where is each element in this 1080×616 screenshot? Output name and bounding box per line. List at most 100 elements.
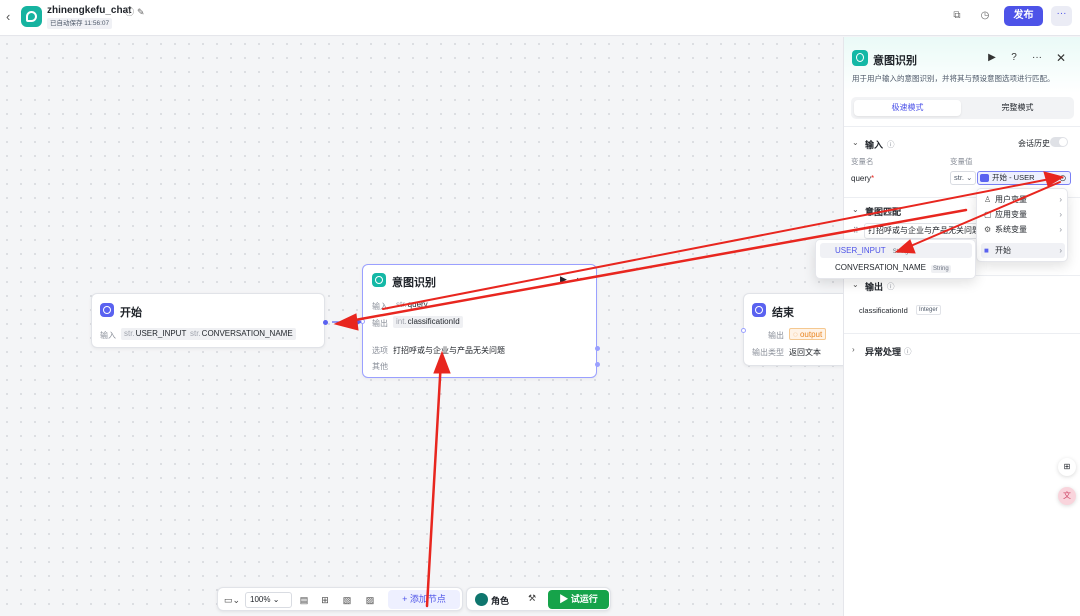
wrench-icon[interactable]: ⚒ [528,593,536,604]
end-output-label: 输出 [768,331,784,340]
workflow-canvas[interactable]: 开始 输入 str.USER_INPUT str.CONVERSATION_NA… [0,37,853,616]
top-bar: ‹ zhinengkefu_chat ⓘ✎ 已自动保存 11:56:07 ⧉ ◷… [0,0,1080,36]
history-icon[interactable]: ◷ [977,8,993,24]
param-type-select[interactable]: str. ⌄ [950,171,976,185]
end-node[interactable]: 结束 输出 ◌ output 输出类型 返回文本 [741,293,853,366]
info-icon: ⓘ [904,347,912,356]
tab-full-mode[interactable]: 完整模式 [964,100,1071,116]
comment-icon[interactable]: ▤ [297,593,311,607]
target-icon[interactable]: ⊙ [1059,173,1067,184]
more-button[interactable]: ··· [1051,6,1072,26]
tab-fast-mode[interactable]: 极速模式 [854,100,961,116]
panel-description: 用于用户输入的意图识别，并将其与预设意图选项进行匹配。 [852,74,1055,83]
chevron-down-icon[interactable]: ⌄ [852,205,859,214]
start-var-chip: str.USER_INPUT [121,328,190,340]
role-button[interactable]: 角色 [491,594,509,607]
zoom-select[interactable]: 100% ⌄ [245,592,292,608]
end-output-type-value: 返回文本 [789,348,821,357]
app-title: zhinengkefu_chat [47,5,132,16]
run-icon[interactable]: ▶ [985,51,999,65]
start-input-label: 输入 [100,331,116,340]
panel-title: 意图识别 [873,55,917,67]
translate-icon[interactable]: 文 [1058,487,1076,505]
close-icon[interactable]: ✕ [1054,51,1068,65]
end-node-icon [752,303,766,317]
intent-section-title: 意图匹配 [865,207,902,217]
add-node-button[interactable]: + 添加节点 [388,590,460,609]
exception-section-title: 异常处理 [865,347,902,357]
chevron-down-icon[interactable]: ⌄ [852,280,859,289]
role-avatar[interactable] [475,593,488,606]
submenu-item-conversation-name[interactable]: CONVERSATION_NAME String [820,260,972,275]
intent-input-label: 输入 [372,302,388,311]
intent-input-port[interactable] [360,319,365,324]
info-icon: ⓘ [887,140,895,149]
col-var-value: 变量值 [950,157,973,166]
end-output-type-label: 输出类型 [752,348,784,357]
widget-icon[interactable]: ⊞ [1058,458,1076,476]
start-node-title: 开始 [120,307,142,319]
copy-icon[interactable]: ⧉ [949,8,965,24]
intent-panel-icon [852,50,868,66]
drag-handle-icon[interactable]: ⠿ [853,226,859,235]
save-status-badge: 已自动保存 11:56:07 [47,18,113,29]
minimap-icon[interactable]: ▭⌄ [222,593,242,607]
variable-menu: ♙ 用户变量 › ▢ 应用变量 › ⚙ 系统变量 › ■ 开始 › [976,188,1068,262]
chevron-down-icon[interactable]: ⌄ [852,138,859,147]
intent-option-input[interactable]: 打招呼或与企业与产品无关问题 [864,223,982,239]
intent-output-chip: int.classificationId [393,316,463,328]
intent-output-label: 输出 [372,319,388,328]
intent-other-label: 其他 [372,362,388,371]
start-node-icon [100,303,114,317]
output-var-name: classificationId [859,306,908,315]
intent-option-port[interactable] [595,346,600,351]
chevron-right-icon[interactable]: › [852,345,855,354]
intent-node[interactable]: 意图识别 ▶ ··· 输入 str.query 输出 int.classific… [360,264,600,378]
info-icon: ⓘ [887,282,895,291]
intent-other-port[interactable] [595,362,600,367]
start-var-chip: str.CONVERSATION_NAME [187,328,296,340]
more-icon[interactable]: ··· [1030,51,1044,65]
canvas-toolbar: ▭⌄ 100% ⌄ ▤ ⊞ ▧ ▨ + 添加节点 [217,587,463,611]
intent-input-chip: str.query [396,300,428,309]
note-icon[interactable]: ▨ [363,593,377,607]
start-node[interactable]: 开始 输入 str.USER_INPUT str.CONVERSATION_NA… [91,293,328,348]
divider [844,126,1080,127]
info-edit-icons[interactable]: ⓘ✎ [125,5,148,18]
end-output-chip: ◌ output [789,328,827,340]
submenu-item-user-input[interactable]: USER_INPUT String [820,243,972,258]
intent-option-value: 打招呼或与企业与产品无关问题 [393,346,505,355]
col-var-name: 变量名 [851,157,874,166]
gear-icon: ⚙ [984,225,992,234]
param-value-select[interactable]: 开始 - USER [977,171,1071,185]
menu-item-system-vars[interactable]: ⚙ 系统变量 › [981,222,1065,237]
test-run-button[interactable]: ▶ 试运行 [548,590,609,609]
user-icon: ♙ [984,195,992,204]
history-toggle[interactable] [1050,137,1068,147]
publish-button[interactable]: 发布 [1004,6,1043,26]
run-node-icon[interactable]: ▶ [560,274,567,285]
input-section-title: 输入 [865,140,884,150]
output-var-type: Integer [916,305,941,315]
start-mini-icon [980,174,989,182]
run-toolbar: 角色 ⚒ ▶ 试运行 [466,587,611,611]
layout-icon[interactable]: ⊞ [318,593,332,607]
intent-node-icon [372,273,386,287]
menu-item-start[interactable]: ■ 开始 › [981,243,1065,258]
start-var-submenu: USER_INPUT String CONVERSATION_NAME String [815,239,976,279]
app-logo [21,6,42,27]
menu-item-app-vars[interactable]: ▢ 应用变量 › [981,207,1065,222]
mode-tabs: 极速模式 完整模式 [851,97,1074,119]
param-name: query* [851,174,875,183]
help-icon[interactable]: ? [1007,51,1021,65]
node-config-panel: 意图识别 ▶ ? ··· ✕ 用于用户输入的意图识别，并将其与预设意图选项进行匹… [843,37,1080,616]
output-section-title: 输出 [865,282,884,292]
image-icon[interactable]: ▧ [340,593,354,607]
start-output-port[interactable] [323,320,328,325]
node-more-icon[interactable]: ··· [576,273,586,284]
menu-item-user-vars[interactable]: ♙ 用户变量 › [981,192,1065,207]
back-icon[interactable]: ‹ [6,10,18,24]
end-input-port[interactable] [741,328,746,333]
start-icon: ■ [984,246,989,255]
app-icon: ▢ [984,210,992,219]
